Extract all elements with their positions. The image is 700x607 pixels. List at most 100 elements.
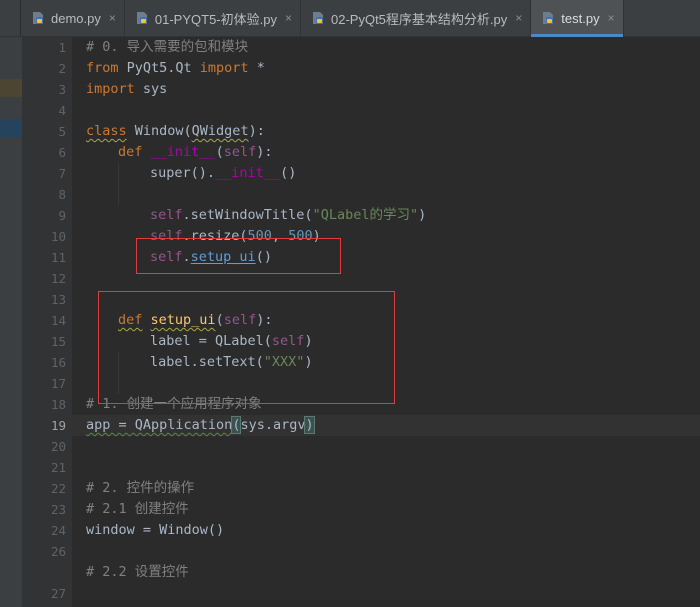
close-icon[interactable]: × [608, 11, 615, 25]
line-number: 15 [50, 334, 66, 349]
line-number: 27 [50, 586, 66, 601]
selection-marker [0, 119, 22, 137]
method-link[interactable]: setup_ui [191, 249, 256, 265]
punctuation: () [280, 165, 297, 181]
matched-paren: ) [304, 416, 315, 434]
punctuation: , [271, 228, 289, 244]
editor-tab-bar: demo.py × 01-PYQT5-初体验.py × 02-PyQt5程序基本… [0, 0, 700, 37]
code-editor[interactable]: # 0. 导入需要的包和模块 from PyQt5.Qt import * im… [72, 37, 700, 607]
keyword: import [86, 81, 135, 97]
keyword: import [199, 60, 249, 76]
code-line-22: # 2. 控件的操作 [86, 478, 194, 499]
keyword: def [118, 144, 143, 160]
code-line-19: app = QApplication(sys.argv) [86, 415, 315, 436]
line-number: 2 [58, 61, 66, 76]
line-number: 22 [50, 481, 66, 496]
line-number: 16 [50, 355, 66, 370]
tab-label: test.py [561, 10, 600, 26]
comment: # 2.1 创建控件 [86, 501, 189, 517]
line-number: 24 [50, 523, 66, 538]
module-name: PyQt5.Qt [118, 60, 200, 76]
code-line-1: # 0. 导入需要的包和模块 [86, 37, 248, 58]
line-number: 17 [50, 376, 66, 391]
tab-label: 01-PYQT5-初体验.py [154, 11, 277, 27]
line-number: 3 [58, 82, 66, 97]
keyword: class [86, 123, 127, 139]
string-literal: "QLabel的学习" [312, 207, 419, 223]
indent-guide [118, 163, 119, 205]
comment: # 2.2 设置控件 [86, 564, 189, 580]
self-keyword: self [223, 144, 257, 160]
tab-bar-spacer [0, 0, 21, 36]
self-keyword: self [223, 312, 257, 328]
line-number: 5 [58, 124, 66, 139]
tab-01-pyqt5[interactable]: 01-PYQT5-初体验.py × [125, 0, 301, 36]
close-icon[interactable]: × [515, 11, 522, 25]
code-line-9: self.setWindowTitle("QLabel的学习") [150, 205, 426, 226]
class-name: Window( [126, 123, 192, 139]
line-number: 7 [58, 166, 66, 181]
comment: # 1. 创建一个应用程序对象 [86, 396, 262, 412]
line-number: 14 [50, 313, 66, 328]
assignment: window = Window() [86, 522, 225, 538]
line-number: 4 [58, 103, 66, 118]
code-line-26: # 2.2 设置控件 [86, 562, 189, 583]
punctuation: ( [215, 312, 224, 328]
argument: sys.argv [240, 417, 306, 433]
line-number: 20 [50, 439, 66, 454]
indent-guide [118, 352, 119, 394]
code-line-15: label = QLabel(self) [150, 331, 313, 352]
punctuation: ): [248, 123, 265, 139]
self-keyword: self [150, 249, 183, 265]
wildcard: * [248, 60, 265, 76]
comment: # 0. 导入需要的包和模块 [86, 39, 249, 55]
method-call: label.setText( [150, 354, 264, 370]
tab-label: 02-PyQt5程序基本结构分析.py [331, 11, 508, 27]
code-line-16: label.setText("XXX") [150, 352, 313, 373]
line-number: 26 [50, 544, 66, 559]
code-line-14: def setup_ui(self): [118, 310, 272, 331]
line-number: 21 [50, 460, 66, 475]
tool-window-strip [0, 37, 23, 607]
line-number: 6 [58, 145, 66, 160]
close-icon[interactable]: × [285, 11, 292, 25]
line-number: 12 [50, 271, 66, 286]
line-number: 9 [58, 208, 66, 223]
python-file-icon [311, 11, 325, 25]
tab-02-pyqt5[interactable]: 02-PyQt5程序基本结构分析.py × [301, 0, 532, 36]
method-call: .resize( [182, 228, 248, 244]
line-number: 18 [50, 397, 66, 412]
code-line-10: self.resize(500, 500) [150, 226, 321, 247]
number-literal: 500 [247, 228, 272, 244]
python-file-icon [135, 11, 149, 25]
close-icon[interactable]: × [109, 11, 116, 25]
comment: # 2. 控件的操作 [86, 480, 195, 496]
line-number: 13 [50, 292, 66, 307]
code-line-6: def __init__(self): [118, 142, 272, 163]
self-keyword: self [150, 228, 183, 244]
code-line-5: class Window(QWidget): [86, 121, 265, 142]
self-keyword: self [150, 207, 183, 223]
tab-demo-py[interactable]: demo.py × [21, 0, 125, 36]
tab-test-py[interactable]: test.py × [531, 0, 624, 37]
keyword: from [86, 60, 119, 76]
code-line-18: # 1. 创建一个应用程序对象 [86, 394, 262, 415]
line-number: 1 [58, 40, 66, 55]
punctuation: ) [304, 354, 313, 370]
punctuation: . [182, 249, 191, 265]
string-literal: "XXX" [263, 354, 305, 370]
punctuation: () [255, 249, 272, 265]
code-line-2: from PyQt5.Qt import * [86, 58, 265, 79]
punctuation: ( [215, 144, 224, 160]
code-line-24: window = Window() [86, 520, 224, 541]
dunder-method: __init__ [150, 144, 216, 160]
punctuation: ) [418, 207, 427, 223]
self-keyword: self [271, 333, 305, 349]
line-number-gutter: 1 2 3 4 5 6 7 8 9 10 11 12 13 14 15 16 1… [22, 37, 72, 607]
module-name: sys [134, 81, 168, 97]
line-number: 10 [50, 229, 66, 244]
function-name: setup_ui [150, 312, 216, 328]
punctuation: ) [304, 333, 313, 349]
